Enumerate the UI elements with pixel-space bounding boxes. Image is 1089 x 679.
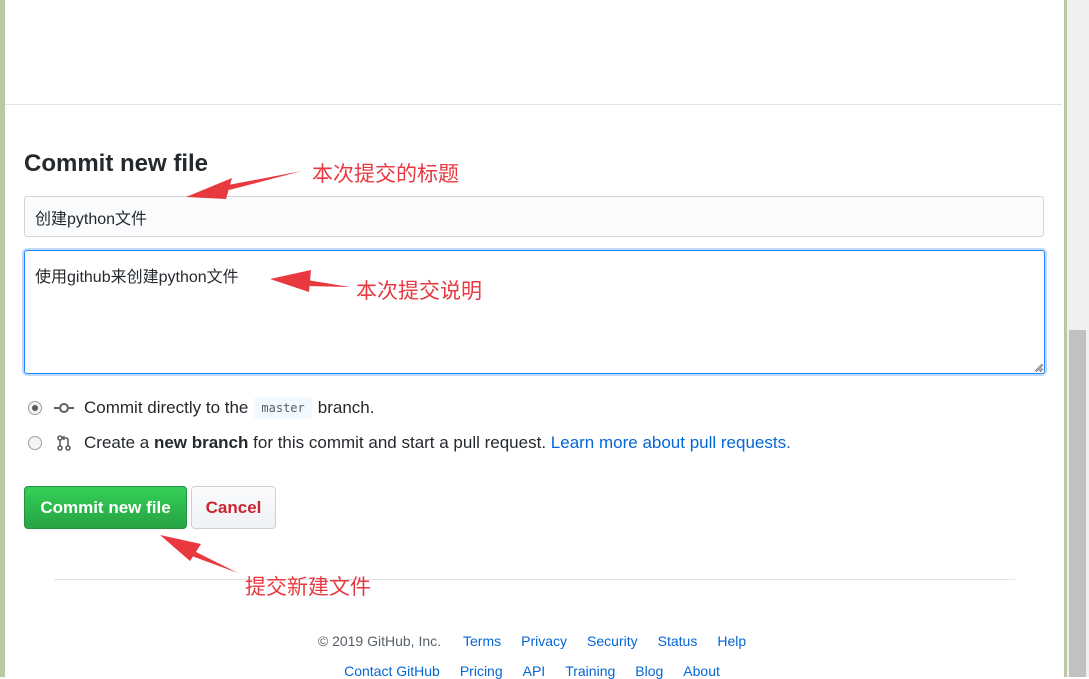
window-left-edge: [0, 0, 5, 677]
footer-link-security[interactable]: Security: [587, 633, 638, 649]
footer-copyright: © 2019 GitHub, Inc.: [317, 633, 442, 649]
option-new-text-after: for this commit and start a pull request…: [253, 433, 547, 452]
option-new-strong: new branch: [153, 433, 249, 452]
option-new-branch[interactable]: Create a new branch for this commit and …: [28, 433, 791, 453]
cancel-button[interactable]: Cancel: [191, 486, 276, 529]
annotation-submit-note: 提交新建文件: [245, 575, 371, 599]
option-direct-text-after: branch.: [317, 398, 375, 417]
footer-link-help[interactable]: Help: [717, 633, 746, 649]
section-divider: [5, 104, 1062, 105]
learn-more-link[interactable]: Learn more about pull requests.: [551, 433, 791, 453]
footer-divider: [54, 579, 1015, 580]
footer-link-terms[interactable]: Terms: [463, 633, 501, 649]
footer-link-privacy[interactable]: Privacy: [521, 633, 567, 649]
resize-grip-icon[interactable]: [1033, 362, 1043, 372]
option-commit-direct[interactable]: Commit directly to the master branch.: [28, 397, 374, 419]
commit-heading: Commit new file: [24, 150, 209, 177]
git-pull-request-icon: [54, 434, 74, 452]
radio-new-branch[interactable]: [28, 436, 42, 450]
scrollbar-thumb[interactable]: [1069, 330, 1086, 677]
branch-name-chip: master: [254, 397, 312, 419]
git-commit-icon: [54, 399, 74, 417]
annotation-title-note: 本次提交的标题: [312, 162, 459, 186]
radio-commit-direct[interactable]: [28, 401, 42, 415]
annotation-desc-note: 本次提交说明: [356, 279, 482, 303]
commit-description-textarea[interactable]: 使用github来创建python文件: [24, 250, 1045, 374]
footer-row-1: © 2019 GitHub, Inc. Terms Privacy Securi…: [0, 633, 1064, 649]
option-new-text-before: Create a: [84, 433, 150, 452]
arrow-to-commit-button: [160, 535, 238, 573]
option-direct-text-before: Commit directly to the: [84, 398, 249, 417]
commit-new-file-button[interactable]: Commit new file: [24, 486, 187, 529]
commit-summary-input[interactable]: [24, 196, 1044, 237]
footer-link-status[interactable]: Status: [658, 633, 698, 649]
